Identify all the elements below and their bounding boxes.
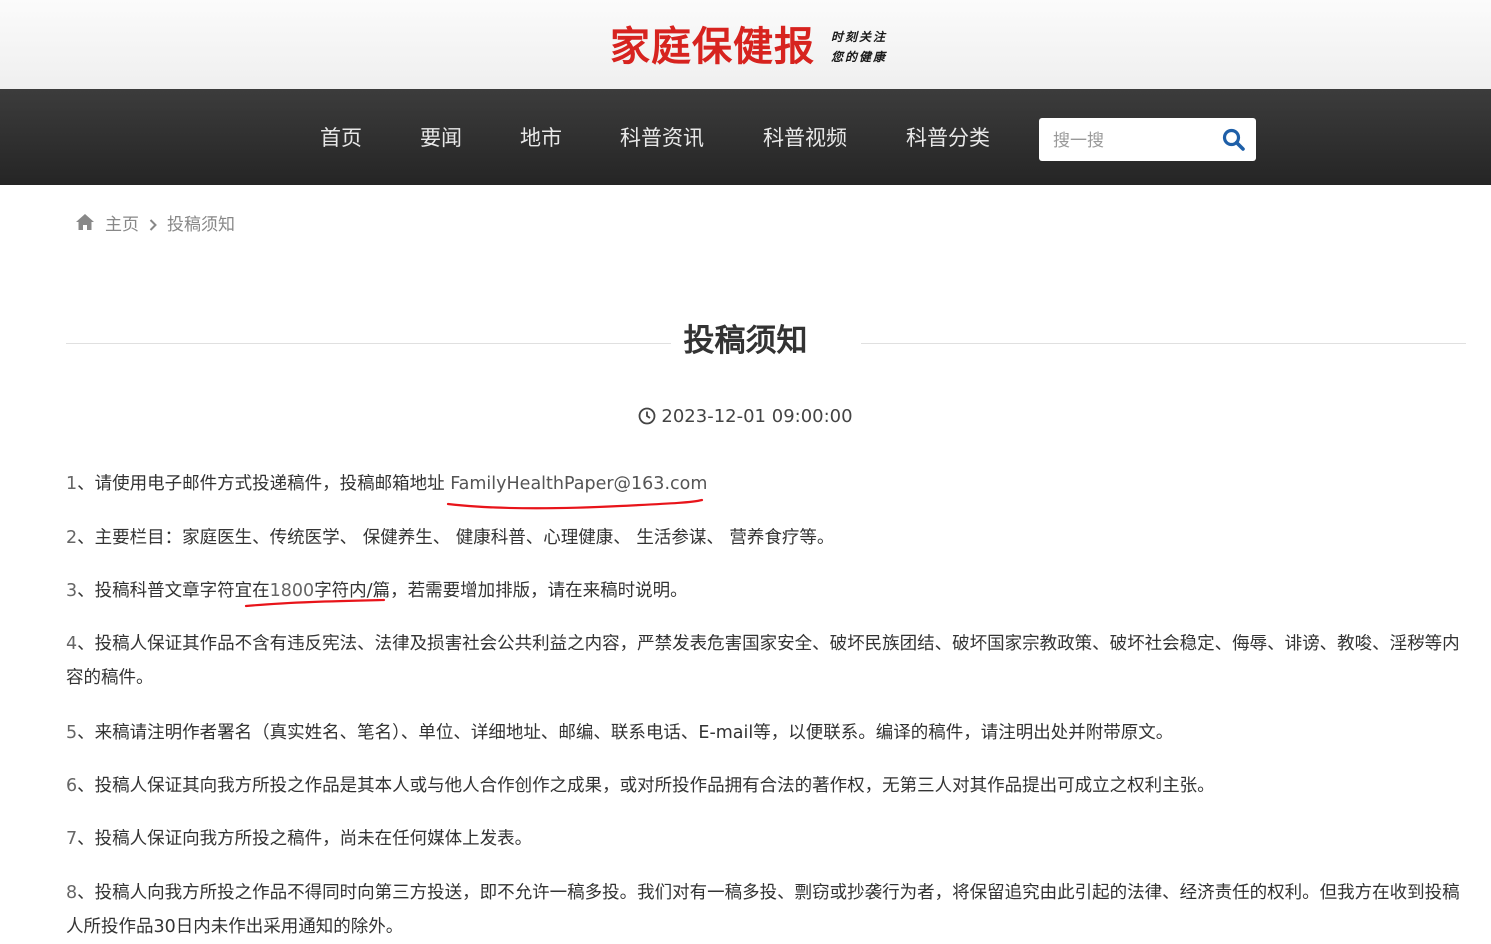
search-box [1039,118,1256,161]
article-date: 2023-12-01 09:00:00 [0,404,1491,430]
article-title: 投稿须知 [683,323,808,359]
submission-email[interactable]: FamilyHealthPaper@163.com [450,474,707,494]
search-icon[interactable] [1220,126,1248,154]
slogan-line-2: 您的健康 [831,50,888,64]
nav-item-cities[interactable]: 地市 [520,124,562,152]
site-header: 家庭保健报 时刻关注 您的健康 [0,0,1491,89]
logo-text: 家庭保健报 [610,23,815,70]
nav-item-science-info[interactable]: 科普资讯 [620,124,704,152]
logo-slogan: 时刻关注 您的健康 [831,27,887,67]
site-logo[interactable]: 家庭保健报 时刻关注 您的健康 [610,20,887,74]
paragraph-5: 5、来稿请注明作者署名（真实姓名、笔名）、单位、详细地址、邮编、联系电话、E-m… [66,723,1174,743]
paragraph-3: 3、投稿科普文章字符宜在1800字符内/篇，若需要增加排版，请在来稿时说明。 [66,581,688,601]
date-text: 2023-12-01 09:00:00 [661,406,853,427]
nav-item-home[interactable]: 首页 [320,124,362,152]
search-input[interactable] [1051,126,1215,156]
breadcrumb-home-link[interactable]: 主页 [105,210,139,235]
breadcrumb: 主页 投稿须知 [75,208,235,236]
paragraph-7: 7、投稿人保证向我方所投之稿件，尚未在任何媒体上发表。 [66,829,533,849]
clock-icon [638,407,656,425]
paragraph-2: 2、主要栏目：家庭医生、传统医学、 保健养生、 健康科普、心理健康、 生活参谋、… [66,528,835,548]
nav-item-science-video[interactable]: 科普视频 [763,124,847,152]
main-nav: 首页 要闻 地市 科普资讯 科普视频 科普分类 [0,89,1491,185]
nav-item-science-category[interactable]: 科普分类 [906,124,990,152]
nav-item-news[interactable]: 要闻 [420,124,462,152]
paragraph-4: 4、投稿人保证其作品不含有违反宪法、法律及损害社会公共利益之内容，严禁发表危害国… [66,634,1460,688]
home-icon [75,213,95,231]
chevron-right-icon [149,216,157,231]
paragraph-1: 1、请使用电子邮件方式投递稿件，投稿邮箱地址 FamilyHealthPaper… [66,474,708,494]
paragraph-6: 6、投稿人保证其向我方所投之作品是其本人或与他人合作创作之成果，或对所投作品拥有… [66,776,1215,796]
slogan-line-1: 时刻关注 [831,30,888,44]
breadcrumb-current: 投稿须知 [167,214,235,235]
